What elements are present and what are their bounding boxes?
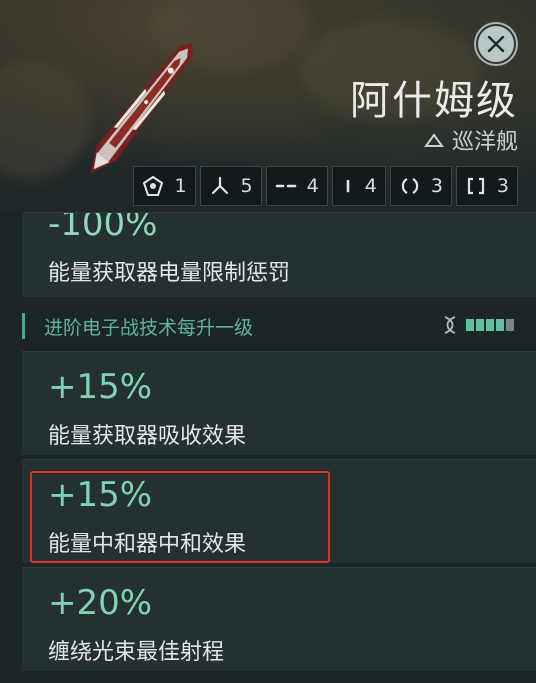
slot-mid-count: 4 <box>306 175 319 197</box>
skill-level-indicator <box>442 315 514 335</box>
bonus-value: +15% <box>48 475 153 515</box>
section-accent-bar <box>22 313 25 339</box>
level-pip-filled <box>476 319 484 331</box>
slot-subsystem: 3 <box>455 166 518 206</box>
level-pip-filled <box>486 319 494 331</box>
level-pip-empty <box>506 319 514 331</box>
bonus-description: 能量获取器吸收效果 <box>48 424 247 449</box>
slot-rig: 3 <box>389 166 452 206</box>
low-slot-icon <box>346 179 350 193</box>
slot-high: 1 <box>133 166 196 206</box>
mid-slot-icon <box>275 184 296 188</box>
ship-info-panel: 阿什姆级 巡洋舰 1 5 4 4 3 3 -100% 能量获取器电量限制惩罚 进… <box>0 0 536 683</box>
slot-turret-count: 5 <box>240 175 253 197</box>
dna-skill-icon <box>444 316 456 334</box>
bonus-value: -100% <box>48 212 158 244</box>
slot-low: 4 <box>331 166 386 206</box>
subsystem-slot-icon <box>467 177 485 195</box>
triangle-outline-icon <box>424 133 444 147</box>
close-icon <box>487 35 505 53</box>
ship-image <box>90 43 193 174</box>
rig-slot-icon <box>401 178 419 194</box>
close-button[interactable] <box>476 24 516 64</box>
ship-name: 阿什姆级 <box>350 78 518 124</box>
bonus-value: +15% <box>48 367 153 407</box>
bonus-list: -100% 能量获取器电量限制惩罚 进阶电子战技术每升一级 +15% 能量获取器… <box>22 212 536 671</box>
slot-high-count: 1 <box>174 175 187 197</box>
bonus-description: 缠绕光束最佳射程 <box>48 640 225 665</box>
ship-header: 阿什姆级 巡洋舰 1 5 4 4 3 3 <box>0 0 536 212</box>
bonus-description: 能量获取器电量限制惩罚 <box>48 261 291 286</box>
bonus-entry-2: +15% 能量中和器中和效果 <box>22 459 536 563</box>
slot-low-count: 4 <box>364 175 377 197</box>
slot-mid: 4 <box>265 166 328 206</box>
slot-rig-count: 3 <box>430 175 443 197</box>
high-slot-icon <box>143 175 164 196</box>
bonus-entry-1: +15% 能量获取器吸收效果 <box>22 351 536 455</box>
skill-level-pips <box>466 319 514 331</box>
bonus-value: +20% <box>48 583 153 623</box>
section-title: 进阶电子战技术每升一级 <box>44 317 254 339</box>
bonus-description: 能量中和器中和效果 <box>48 532 247 557</box>
level-pip-filled <box>466 319 474 331</box>
turret-hardpoint-icon <box>211 176 228 195</box>
bonus-entry-role: -100% 能量获取器电量限制惩罚 <box>22 212 536 297</box>
level-pip-filled <box>496 319 504 331</box>
slot-summary: 1 5 4 4 3 3 <box>133 166 518 206</box>
ship-class: 巡洋舰 <box>424 124 518 156</box>
slot-turret: 5 <box>199 166 262 206</box>
slot-subsystem-count: 3 <box>496 175 509 197</box>
ship-class-label: 巡洋舰 <box>451 130 518 155</box>
bonus-entry-3: +20% 缠绕光束最佳射程 <box>22 567 536 671</box>
skill-section-header: 进阶电子战技术每升一级 <box>22 297 536 351</box>
